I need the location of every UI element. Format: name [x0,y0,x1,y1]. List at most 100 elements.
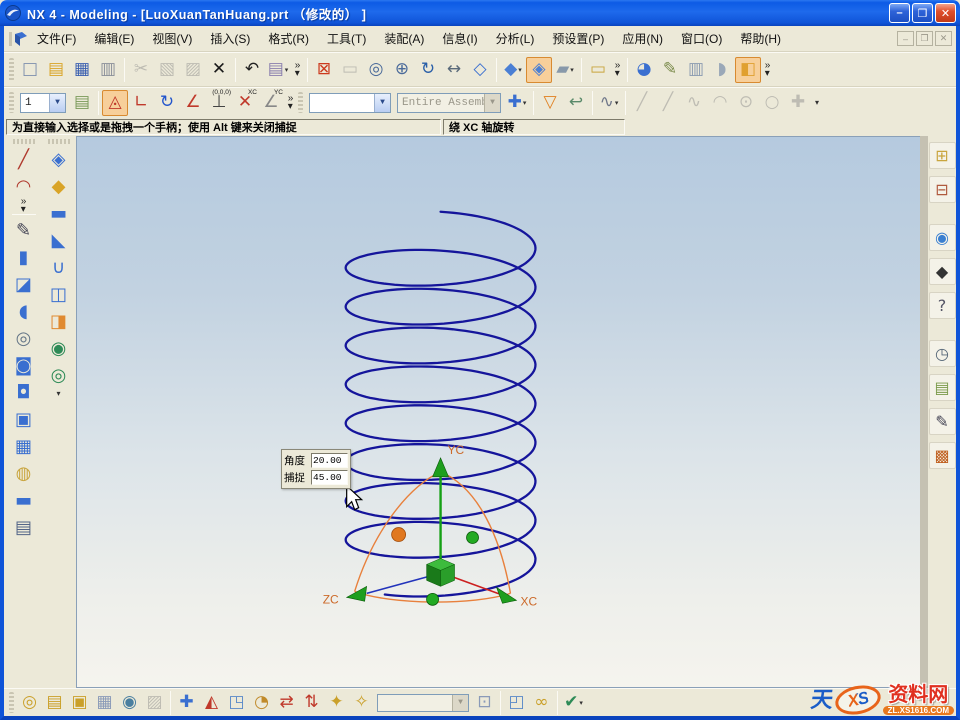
pan-icon[interactable]: ↔ [441,57,467,83]
tube-icon[interactable]: ◎ [10,325,38,352]
boss-icon[interactable]: ◘ [10,379,38,406]
toolbar-overflow-button[interactable]: »▾ [611,62,624,78]
full-shade-icon[interactable]: ◧ [735,57,761,83]
extrude-body-icon[interactable]: ▬ [45,200,73,227]
wcs-origin-icon[interactable]: ⊥(0,0,0) [206,90,232,116]
toolbar-grip[interactable] [9,692,14,713]
maximize-button[interactable]: ❐ [912,3,933,23]
menu-file[interactable]: 文件(F) [28,27,85,50]
block-icon[interactable]: ◆ [45,173,73,200]
menu-information[interactable]: 信息(I) [433,27,486,50]
reset-filter-icon[interactable]: ↩ [563,90,589,116]
boolean-subtract-icon[interactable]: ◎ [45,362,73,389]
minimize-button[interactable]: – [889,3,910,23]
history-icon[interactable]: ◷ [929,340,956,367]
delete-icon[interactable]: ✕ [206,57,232,83]
work-layer-combo[interactable]: 1▼ [20,93,66,113]
wcs-orient-icon[interactable]: ∠ [180,90,206,116]
rotate-handle[interactable] [467,532,479,544]
menu-tools[interactable]: 工具(T) [318,27,375,50]
mdi-minimize-button[interactable]: – [897,31,914,46]
rotate-handle[interactable] [427,593,439,605]
display-mode-icon[interactable]: ◈ [526,57,552,83]
help-icon[interactable]: ? [929,292,956,319]
undo-icon[interactable]: ↶ [239,57,265,83]
toolbar-grip[interactable] [298,92,303,113]
datum-csys-icon[interactable]: ◈ [45,146,73,173]
render-style-icon[interactable]: ▰▾ [552,57,578,83]
toolbar-grip[interactable] [48,139,70,144]
perspective-icon[interactable]: ◇ [467,57,493,83]
new-part-icon[interactable]: □ [17,57,43,83]
snapshot-icon[interactable]: ◉ [117,691,142,715]
wcs-change-xc-icon[interactable]: ✕XC [232,90,258,116]
toolbar-overflow-button[interactable]: »▾ [761,62,774,78]
wcs-change-yc-icon[interactable]: ∠YC [258,90,284,116]
slot-icon[interactable]: ▬ [10,487,38,514]
menu-application[interactable]: 应用(N) [613,27,672,50]
close-button[interactable]: ✕ [935,3,956,23]
toolbar-dropdown-button[interactable]: ▾ [811,98,823,107]
menu-edit[interactable]: 编辑(E) [85,27,143,50]
sweep-icon[interactable]: ◖ [10,298,38,325]
mirror-assembly-icon[interactable]: ◭ [199,691,224,715]
intersect-body-icon[interactable]: ◨ [45,308,73,335]
role-icon[interactable]: ◕ [631,57,657,83]
angle-input[interactable] [311,453,348,468]
substitute-component-icon[interactable]: ⇅ [299,691,324,715]
view-operations-icon[interactable]: ▤▾ [265,57,291,83]
menu-help[interactable]: 帮助(H) [731,27,790,50]
visualize-shape-icon[interactable]: ✎ [657,57,683,83]
explode-assembly-icon[interactable]: ◰ [504,691,529,715]
combo-arrow-icon[interactable]: ▼ [49,94,65,112]
component-select-icon[interactable]: ▣ [67,691,92,715]
mating-condition-icon[interactable]: ✦ [324,691,349,715]
toolbar-overflow-button[interactable]: »▾ [291,62,304,78]
move-component-icon[interactable]: ◳ [224,691,249,715]
sketch-icon[interactable]: ✎ [10,217,38,244]
toolbar-grip[interactable] [13,139,35,144]
toolbar-overflow-button[interactable]: »▾ [284,95,297,111]
wcs-dynamics-icon[interactable]: ◬ [102,90,128,116]
verify-component-icon[interactable]: ✔▾ [561,691,586,715]
open-icon[interactable]: ▤ [43,57,69,83]
selection-scope-combo[interactable]: ▼ [309,93,391,113]
shaded-view-icon[interactable]: ◆▾ [500,57,526,83]
boolean-unite-icon[interactable]: ◉ [45,335,73,362]
graphics-viewport[interactable]: YC XC ZC 角度 捕捉 [76,136,920,688]
palettes-icon[interactable]: ▤ [929,374,956,401]
hole-icon[interactable]: ◙ [10,352,38,379]
pocket-icon[interactable]: ▣ [10,406,38,433]
snap-input[interactable] [311,470,348,485]
trim-body-icon[interactable]: ◪ [10,271,38,298]
component-array-icon[interactable]: ▦ [92,691,117,715]
revolve-icon[interactable]: ◣ [45,227,73,254]
menu-preferences[interactable]: 预设置(P) [543,27,613,50]
toolbar-overflow-button[interactable]: »▾ [21,200,27,212]
measure-icon[interactable]: ▭ [585,57,611,83]
reposition-component-icon[interactable]: ◔ [249,691,274,715]
arc-icon[interactable]: ◠ [10,173,38,200]
zoom-in-out-icon[interactable]: ⊕ [389,57,415,83]
internet-page-icon[interactable]: ◉ [929,224,956,251]
menu-analysis[interactable]: 分析(L) [487,27,544,50]
assembly-navigator-icon[interactable]: ⊞ [929,142,956,169]
open-component-icon[interactable]: ▤ [42,691,67,715]
combo-arrow-icon[interactable]: ▼ [374,94,390,112]
customize-tools-icon[interactable]: ✎ [929,408,956,435]
add-existing-part-icon[interactable]: ✚▾ [504,90,530,116]
add-component-icon[interactable]: ✚ [174,691,199,715]
menu-view[interactable]: 视图(V) [143,27,201,50]
xc-arrow-cone[interactable] [497,587,517,603]
make-unique-icon[interactable]: ⊡ [472,691,497,715]
groove-icon[interactable]: ▤ [10,514,38,541]
materials-icon[interactable]: ▩ [929,442,956,469]
wcs-rotate-icon[interactable]: ↻ [154,90,180,116]
menu-assemblies[interactable]: 装配(A) [375,27,433,50]
zc-axis[interactable] [367,575,433,593]
mouse-mode-icon[interactable]: ◗ [709,57,735,83]
pad-icon[interactable]: ▦ [10,433,38,460]
zoom-loupe-icon[interactable]: ◎ [363,57,389,83]
save-icon[interactable]: ▦ [69,57,95,83]
replace-component-icon[interactable]: ⇄ [274,691,299,715]
